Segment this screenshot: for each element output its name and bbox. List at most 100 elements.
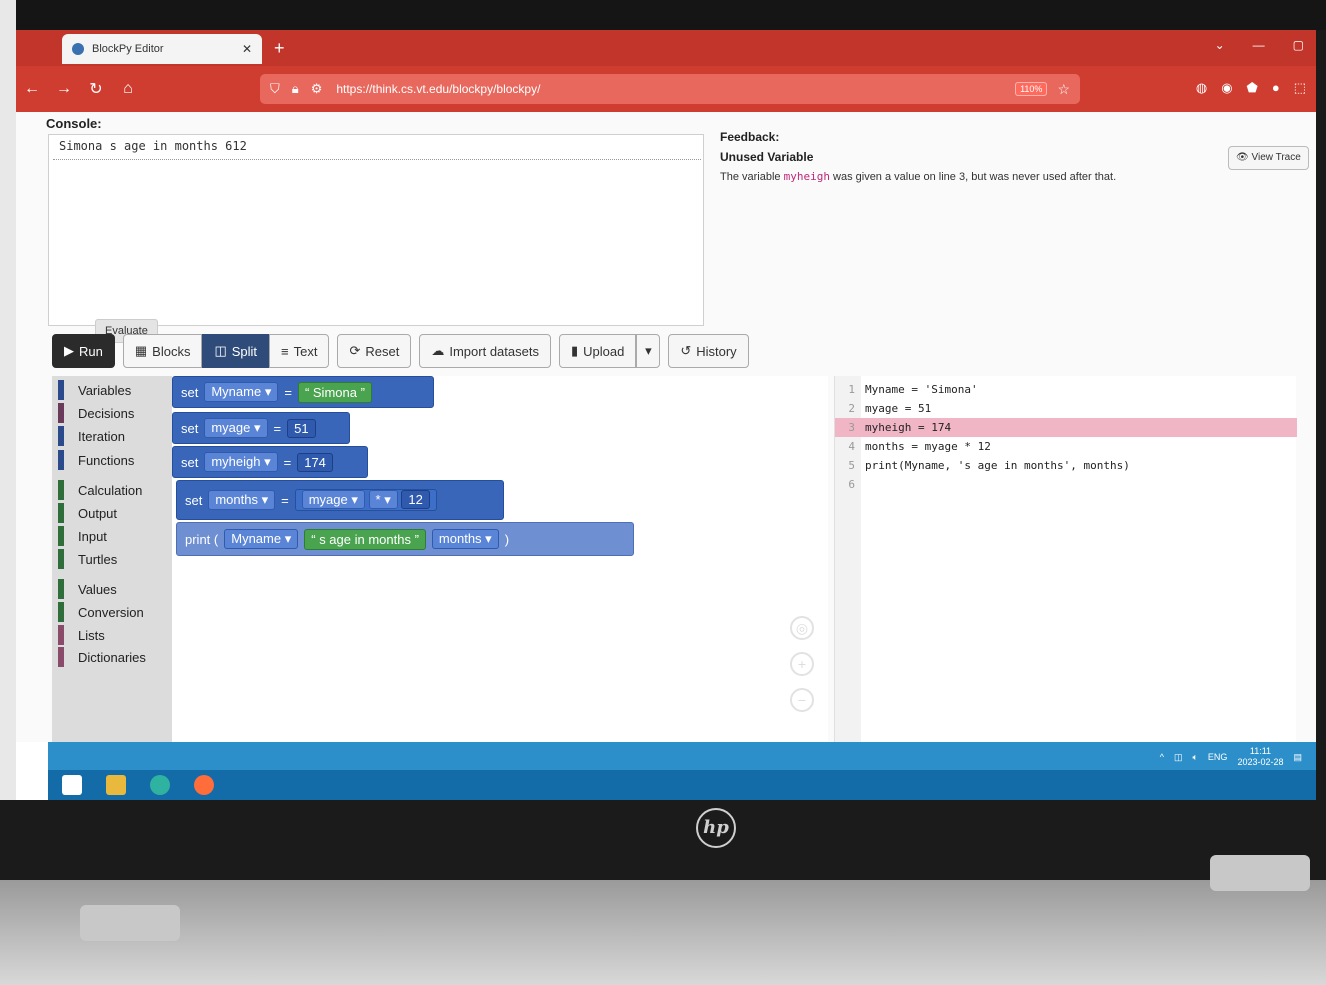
category-calculation[interactable]: Calculation (58, 480, 142, 500)
category-output[interactable]: Output (58, 503, 117, 523)
category-color-bar (58, 426, 64, 446)
import-datasets-button[interactable]: ☁ Import datasets (419, 334, 551, 368)
permissions-icon[interactable]: ⚙ (311, 81, 323, 97)
bookmark-star-icon[interactable]: ☆ (1057, 81, 1070, 98)
run-label: Run (79, 343, 103, 359)
recenter-icon[interactable]: ◎ (790, 616, 814, 640)
print-block[interactable]: print ( Myname ▾ “ s age in months ” mon… (176, 522, 634, 556)
taskbar (48, 770, 1316, 800)
code-line[interactable]: 1 Myname = 'Simona' (835, 380, 1297, 399)
line-number: 1 (848, 383, 855, 396)
operator-dropdown[interactable]: * ▾ (368, 490, 398, 509)
number-block[interactable]: 174 (297, 452, 333, 472)
python-code-editor[interactable]: 1 Myname = 'Simona' 2 myage = 51 3 myheigh … (834, 376, 1297, 742)
reset-button[interactable]: ⟳ Reset (337, 334, 412, 368)
category-iteration[interactable]: Iteration (58, 426, 125, 446)
chevron-down-icon[interactable]: ⌄ (1215, 38, 1225, 52)
lock-icon[interactable]: 🔒︎ (292, 81, 299, 97)
zoom-in-icon[interactable]: + (790, 652, 814, 676)
volume-icon[interactable]: 🔈︎ (1193, 752, 1198, 763)
blockly-workspace[interactable]: set Myname ▾ = “ Simona ” set myage ▾ = … (172, 376, 828, 742)
browser-tab[interactable]: BlockPy Editor ✕ (62, 34, 262, 64)
category-variables[interactable]: Variables (58, 380, 131, 400)
history-label: History (696, 343, 737, 359)
windows-start-icon[interactable] (62, 775, 82, 795)
shield-icon[interactable]: ⛉ (270, 81, 280, 97)
blocks-view-button[interactable]: ▦ Blocks (122, 334, 203, 368)
code-line-highlighted[interactable]: 3 myheigh = 174 (835, 418, 1297, 437)
upload-button[interactable]: ▮ Upload (558, 334, 637, 368)
variable-dropdown[interactable]: myage ▾ (204, 418, 268, 438)
category-conversion[interactable]: Conversion (58, 602, 144, 622)
reload-icon[interactable]: ↻ (80, 79, 112, 99)
puzzle-icon[interactable]: ⬚ (1294, 80, 1306, 96)
set-block-myage[interactable]: set myage ▾ = 51 (172, 412, 350, 444)
category-dictionaries[interactable]: Dictionaries (58, 647, 146, 667)
extension-icon[interactable]: ◉ (1221, 80, 1232, 96)
blockly-editor: Variables Decisions Iteration Functions … (52, 376, 864, 742)
category-color-bar (58, 526, 64, 546)
address-bar[interactable]: ⛉ 🔒︎ ⚙ https://think.cs.vt.edu/blockpy/b… (260, 74, 1080, 104)
set-block-months[interactable]: set months ▾ = myage ▾ * ▾ 12 (176, 480, 504, 520)
language-indicator[interactable]: ENG (1208, 752, 1228, 762)
back-icon[interactable]: ← (16, 80, 48, 98)
variable-dropdown[interactable]: Myname ▾ (224, 529, 299, 549)
category-input[interactable]: Input (58, 526, 107, 546)
run-button[interactable]: ▶ Run (52, 334, 115, 368)
number-block[interactable]: 12 (401, 490, 430, 509)
globe-icon[interactable]: ● (1272, 80, 1280, 96)
category-values[interactable]: Values (58, 579, 117, 599)
edge-browser-icon[interactable] (150, 775, 170, 795)
category-functions[interactable]: Functions (58, 450, 134, 470)
zoom-badge[interactable]: 110% (1015, 82, 1048, 96)
variable-dropdown[interactable]: myage ▾ (301, 490, 365, 509)
text-view-button[interactable]: ≡ Text (269, 334, 330, 368)
arithmetic-block[interactable]: myage ▾ * ▾ 12 (294, 489, 437, 511)
minimize-icon[interactable]: — (1253, 38, 1265, 52)
category-lists[interactable]: Lists (58, 625, 105, 645)
reset-label: Reset (365, 343, 400, 359)
restore-icon[interactable]: ▢ (1293, 38, 1304, 52)
home-icon[interactable]: ⌂ (112, 80, 144, 98)
ublock-icon[interactable]: ⬟ (1247, 80, 1258, 96)
url-text: https://think.cs.vt.edu/blockpy/blockpy/ (336, 82, 541, 96)
code-line[interactable]: 6 (835, 475, 1297, 494)
category-decisions[interactable]: Decisions (58, 403, 134, 423)
split-view-button[interactable]: ◫ Split (202, 334, 270, 368)
pocket-icon[interactable]: ◍ (1196, 80, 1207, 96)
code-line[interactable]: 2 myage = 51 (835, 399, 1297, 418)
close-paren: ) (504, 531, 510, 547)
forward-icon[interactable]: → (48, 80, 80, 98)
code-line[interactable]: 4 months = myage * 12 (835, 437, 1297, 456)
firefox-icon[interactable] (194, 775, 214, 795)
variable-dropdown[interactable]: months ▾ (431, 529, 499, 549)
set-block-myheigh[interactable]: set myheigh ▾ = 174 (172, 446, 368, 478)
string-block[interactable]: “ Simona ” (297, 381, 372, 403)
clock[interactable]: 11:11 2023-02-28 (1237, 746, 1283, 768)
browser-navbar: ← → ↻ ⌂ ⛉ 🔒︎ ⚙ https://think.cs.vt.edu/b… (16, 66, 1316, 112)
text-label: Text (293, 343, 318, 359)
console-output[interactable]: Simona s age in months 612 Evaluate (48, 134, 704, 343)
number-block[interactable]: 51 (287, 418, 316, 438)
set-block-myname[interactable]: set Myname ▾ = “ Simona ” (172, 376, 434, 408)
network-icon[interactable]: ◫ (1174, 752, 1183, 763)
close-tab-icon[interactable]: ✕ (242, 42, 252, 56)
category-color-bar (58, 647, 64, 667)
variable-dropdown[interactable]: myheigh ▾ (204, 452, 278, 472)
code-line[interactable]: 5 print(Myname, 's age in months', months… (835, 456, 1297, 475)
view-trace-button[interactable]: 👁︎ View Trace (1228, 146, 1309, 170)
new-tab-icon[interactable]: + (274, 38, 285, 59)
category-turtles[interactable]: Turtles (58, 549, 117, 569)
equals-sign: = (283, 454, 292, 470)
zoom-out-icon[interactable]: − (790, 688, 814, 712)
chevron-up-icon[interactable]: ^ (1160, 752, 1164, 762)
variable-dropdown[interactable]: months ▾ (208, 490, 276, 510)
notifications-icon[interactable]: ▤ (1293, 752, 1302, 763)
browser-tabbar: BlockPy Editor ✕ + ⌄ — ▢ (16, 30, 1316, 66)
variable-dropdown[interactable]: Myname ▾ (204, 382, 279, 402)
string-block[interactable]: “ s age in months ” (304, 528, 426, 550)
category-label: Values (78, 581, 117, 597)
upload-dropdown-button[interactable]: ▾ (636, 334, 661, 368)
file-explorer-icon[interactable] (106, 775, 126, 795)
history-button[interactable]: ↺ History (668, 334, 749, 368)
